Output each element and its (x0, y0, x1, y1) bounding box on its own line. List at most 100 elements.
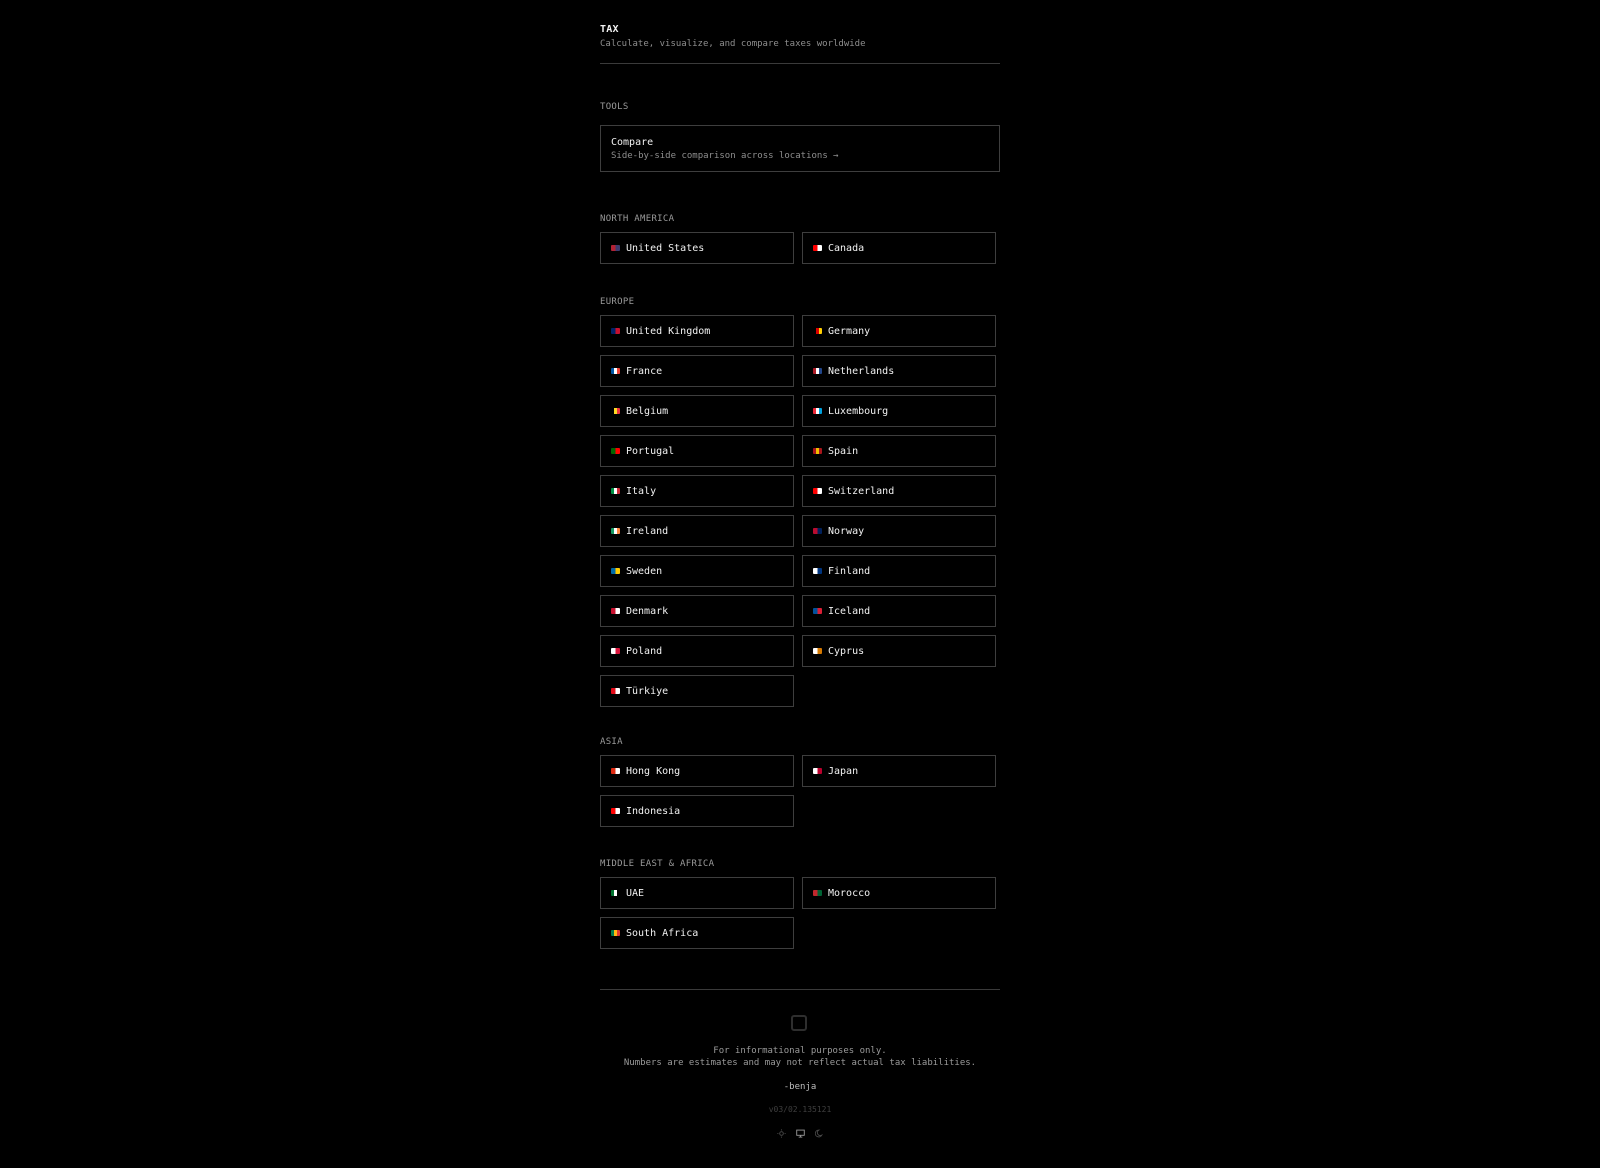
country-card[interactable]: Sweden (600, 555, 794, 587)
flag-icon (611, 568, 620, 574)
country-card[interactable]: Finland (802, 555, 996, 587)
app-subtitle: Calculate, visualize, and compare taxes … (600, 39, 866, 49)
region-label: NORTH AMERICA (600, 214, 675, 224)
country-card[interactable]: Italy (600, 475, 794, 507)
country-name: Sweden (626, 565, 663, 577)
sun-icon[interactable] (776, 1129, 786, 1138)
disclaimer-line-2: Numbers are estimates and may not reflec… (623, 1058, 977, 1068)
signature: -benja (783, 1082, 817, 1092)
country-card[interactable]: Netherlands (802, 355, 996, 387)
country-name: Spain (828, 445, 859, 457)
country-card[interactable]: United Kingdom (600, 315, 794, 347)
flag-icon (611, 808, 620, 814)
flag-icon (813, 890, 822, 896)
country-name: United States (626, 242, 705, 254)
flag-icon (813, 245, 822, 251)
flag-icon (611, 890, 620, 896)
country-card[interactable]: Türkiye (600, 675, 794, 707)
region-label: MIDDLE EAST & AFRICA (600, 859, 715, 869)
country-name: Morocco (828, 887, 871, 899)
country-card[interactable]: United States (600, 232, 794, 264)
country-name: Iceland (828, 605, 871, 617)
flag-icon (813, 328, 822, 334)
country-name: Italy (626, 485, 657, 497)
country-card[interactable]: Denmark (600, 595, 794, 627)
flag-icon (611, 368, 620, 374)
country-card[interactable]: Switzerland (802, 475, 996, 507)
flag-icon (611, 328, 620, 334)
country-card[interactable]: Cyprus (802, 635, 996, 667)
country-name: Finland (828, 565, 871, 577)
theme-switcher (600, 1129, 1000, 1138)
country-name: Türkiye (626, 685, 669, 697)
flag-icon (611, 688, 620, 694)
country-name: Portugal (626, 445, 675, 457)
monitor-icon[interactable] (795, 1129, 805, 1138)
country-card[interactable]: Norway (802, 515, 996, 547)
country-name: South Africa (626, 927, 699, 939)
compare-tool-description: Side-by-side comparison across locations… (611, 151, 839, 161)
country-card[interactable]: Iceland (802, 595, 996, 627)
flag-icon (813, 488, 822, 494)
country-name: France (626, 365, 663, 377)
compare-tool-card[interactable]: Compare Side-by-side comparison across l… (600, 125, 1000, 172)
country-card[interactable]: Canada (802, 232, 996, 264)
country-card[interactable]: Portugal (600, 435, 794, 467)
flag-icon (611, 448, 620, 454)
version-label: v03/02.135121 (768, 1105, 832, 1114)
moon-icon[interactable] (814, 1129, 824, 1138)
flag-icon (611, 245, 620, 251)
country-name: Hong Kong (626, 765, 681, 777)
country-card[interactable]: Indonesia (600, 795, 794, 827)
disclaimer-line-1: For informational purposes only. (713, 1046, 887, 1056)
country-card[interactable]: Ireland (600, 515, 794, 547)
country-name: Japan (828, 765, 859, 777)
compare-tool-title: Compare (611, 137, 654, 148)
country-card[interactable]: Poland (600, 635, 794, 667)
country-name: UAE (626, 887, 645, 899)
country-card[interactable]: Japan (802, 755, 996, 787)
flag-icon (813, 368, 822, 374)
region-label: ASIA (600, 737, 623, 747)
country-card[interactable]: South Africa (600, 917, 794, 949)
country-name: Denmark (626, 605, 669, 617)
tools-section-label: TOOLS (600, 102, 629, 112)
flag-icon (611, 608, 620, 614)
flag-icon (611, 528, 620, 534)
country-card[interactable]: France (600, 355, 794, 387)
country-name: Cyprus (828, 645, 865, 657)
country-name: Switzerland (828, 485, 895, 497)
flag-icon (611, 408, 620, 414)
country-name: Poland (626, 645, 663, 657)
country-card[interactable]: Belgium (600, 395, 794, 427)
country-card[interactable]: Hong Kong (600, 755, 794, 787)
country-card[interactable]: Luxembourg (802, 395, 996, 427)
footer-divider (600, 989, 1000, 990)
square-logo-icon (791, 1015, 807, 1031)
flag-icon (813, 408, 822, 414)
flag-icon (813, 648, 822, 654)
app-title: TAX (600, 24, 619, 35)
country-card[interactable]: UAE (600, 877, 794, 909)
region-label: EUROPE (600, 297, 635, 307)
flag-icon (611, 768, 620, 774)
country-name: United Kingdom (626, 325, 711, 337)
country-name: Netherlands (828, 365, 895, 377)
flag-icon (813, 528, 822, 534)
country-name: Indonesia (626, 805, 681, 817)
country-name: Luxembourg (828, 405, 889, 417)
country-name: Canada (828, 242, 865, 254)
flag-icon (813, 448, 822, 454)
country-card[interactable]: Morocco (802, 877, 996, 909)
flag-icon (813, 768, 822, 774)
country-name: Germany (828, 325, 871, 337)
country-name: Belgium (626, 405, 669, 417)
country-name: Norway (828, 525, 865, 537)
flag-icon (611, 648, 620, 654)
flag-icon (813, 568, 822, 574)
country-card[interactable]: Spain (802, 435, 996, 467)
header-divider (600, 63, 1000, 64)
country-card[interactable]: Germany (802, 315, 996, 347)
flag-icon (611, 930, 620, 936)
flag-icon (611, 488, 620, 494)
